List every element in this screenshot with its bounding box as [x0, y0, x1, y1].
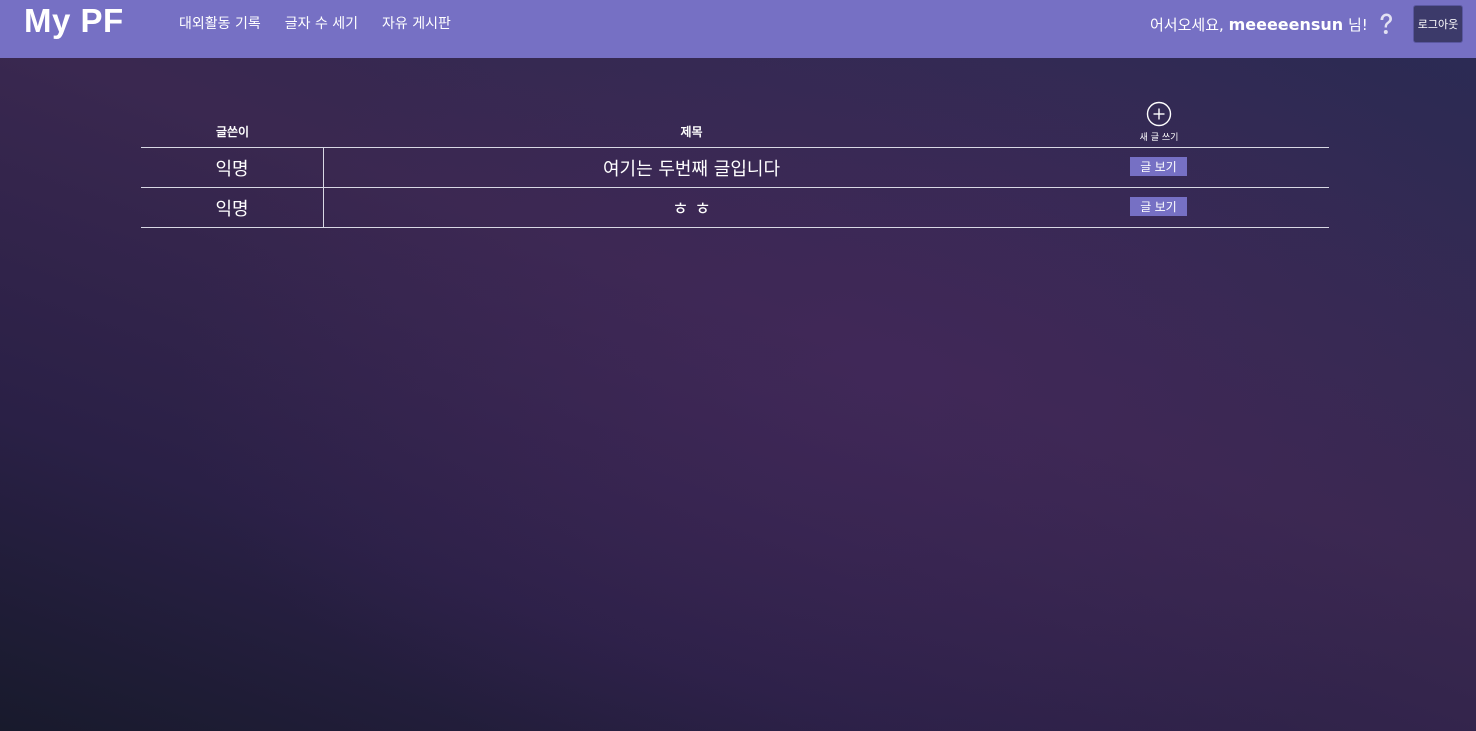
table-row: 익명 ㅎ ㅎ 글 보기	[141, 188, 1329, 228]
table-row: 익명 여기는 두번째 글입니다 글 보기	[141, 148, 1329, 188]
table-header: 글쓴이 제목 새 글 쓰기	[141, 96, 1329, 148]
greeting: 어서오세요, meeeeensun 님!	[1150, 14, 1368, 35]
nav-link-char-counter[interactable]: 글자 수 세기	[285, 13, 358, 33]
nav-link-free-board[interactable]: 자유 게시판	[382, 13, 451, 33]
column-header-author: 글쓴이	[215, 125, 250, 139]
nav-link-activities[interactable]: 대외활동 기록	[179, 13, 261, 33]
column-header-title: 제목	[680, 125, 703, 139]
navbar: My PF 대외활동 기록 글자 수 세기 자유 게시판 어서오세요, meee…	[0, 0, 1476, 58]
brand-logo[interactable]: My PF	[24, 2, 124, 40]
row-title: 여기는 두번째 글입니다	[602, 158, 781, 180]
view-post-button[interactable]: 글 보기	[1130, 157, 1187, 176]
board-table: 글쓴이 제목 새 글 쓰기 익명 여기는 두번째 글입니다 글 보기 익명 ㅎ …	[141, 96, 1329, 228]
view-post-button[interactable]: 글 보기	[1130, 197, 1187, 216]
new-post-button[interactable]: 새 글 쓰기	[1135, 101, 1183, 143]
greeting-suffix: 님!	[1347, 16, 1368, 34]
row-author: 익명	[141, 148, 324, 187]
logout-button[interactable]: 로그아웃	[1413, 5, 1463, 43]
question-icon[interactable]	[1377, 12, 1395, 38]
new-post-label: 새 글 쓰기	[1139, 133, 1179, 143]
username: meeeeensun	[1228, 15, 1344, 34]
plus-circle-icon	[1146, 101, 1172, 127]
nav-links: 대외활동 기록 글자 수 세기 자유 게시판	[179, 13, 451, 33]
row-title: ㅎ ㅎ	[672, 198, 711, 220]
row-author: 익명	[141, 188, 324, 227]
greeting-prefix: 어서오세요,	[1150, 16, 1224, 34]
